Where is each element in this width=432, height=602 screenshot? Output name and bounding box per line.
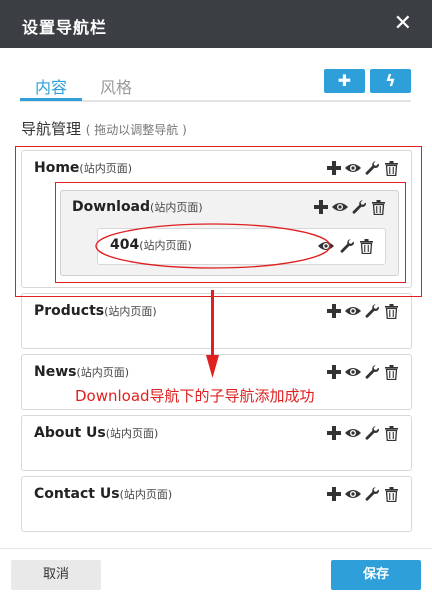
- annotation-arrow: [206, 290, 219, 378]
- annotation-ellipse: [95, 223, 331, 269]
- dialog-footer: 取消 保存: [0, 548, 432, 602]
- annotation-overlay: [95, 223, 331, 378]
- cancel-button[interactable]: 取消: [11, 560, 101, 590]
- save-button[interactable]: 保存: [331, 560, 421, 590]
- annotation-text: Download导航下的子导航添加成功: [75, 387, 315, 405]
